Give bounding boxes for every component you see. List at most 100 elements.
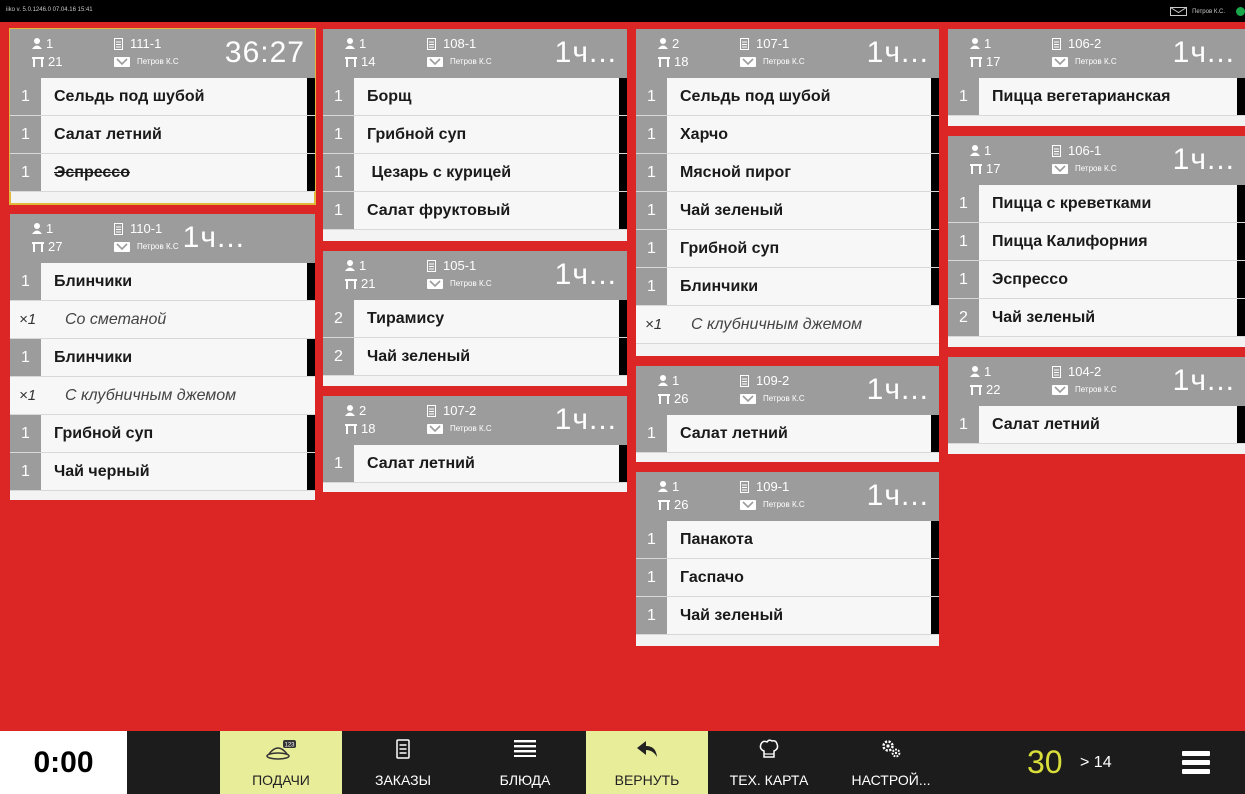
- guest-icon: [970, 38, 980, 49]
- order-timer: 36:27: [224, 36, 305, 69]
- order-item[interactable]: 1 Сельдь под шубой: [10, 78, 315, 116]
- order-timer: 1ч...: [182, 221, 245, 254]
- receipt-icon: [114, 37, 123, 50]
- item-qty: 1: [948, 185, 979, 222]
- table-number: 21: [48, 54, 63, 69]
- order-item[interactable]: 1 Чай черный: [10, 453, 315, 491]
- item-name-served: Эспрессо: [54, 164, 130, 181]
- guest-icon: [970, 366, 980, 377]
- order-item[interactable]: 1 Блинчики: [10, 263, 315, 301]
- connection-status-icon: [1236, 7, 1245, 16]
- order-card-105-1[interactable]: 1 21 105-1 Петров К.С 1ч... 2 Тирамису 2Ч…: [323, 251, 627, 386]
- user-info[interactable]: Петров К.С.: [1170, 7, 1225, 16]
- order-item[interactable]: 1 Грибной суп: [10, 415, 315, 453]
- hamburger-menu-icon[interactable]: [1182, 751, 1210, 775]
- waiter-name: Петров К.С: [763, 500, 805, 509]
- receipt-icon: [740, 37, 749, 50]
- table-number: 17: [986, 161, 1001, 176]
- order-card-108-1[interactable]: 1 14 108-1 Петров К.С 1ч... 1 Борщ 1 Грибн…: [323, 29, 627, 241]
- order-item[interactable]: 2 Тирамису: [323, 300, 627, 338]
- order-number: 108-1: [443, 36, 477, 51]
- order-header: 1 27 110-1 Петров К.С 1ч...: [10, 214, 315, 263]
- order-timer: 1ч...: [1172, 36, 1235, 69]
- order-item[interactable]: 2 Чай зеленый: [948, 299, 1245, 337]
- order-card-106-1[interactable]: 1 17 106-1 Петров К.С 1ч... 1 Пицца с кре…: [948, 136, 1245, 347]
- order-item[interactable]: 1 Салат летний: [10, 116, 315, 154]
- order-item[interactable]: 1 Мясной пирог: [636, 154, 939, 192]
- order-item[interactable]: 1 Харчо: [636, 116, 939, 154]
- table-number: 14: [361, 54, 376, 69]
- receipt-icon: [1052, 365, 1061, 378]
- item-qty: 2: [323, 338, 354, 375]
- guest-count: 1: [984, 143, 992, 158]
- order-card-110-1[interactable]: 1 27 110-1 Петров К.С 1ч... 1 Блинчики ×1…: [10, 214, 315, 500]
- guest-count: 1: [984, 364, 992, 379]
- order-card-106-2[interactable]: 1 17 106-2 Петров К.С 1ч... 1 Пицца вегет…: [948, 29, 1245, 126]
- waiter-icon: [740, 57, 756, 67]
- item-status-marker: [307, 116, 315, 153]
- item-status-marker: [619, 338, 627, 375]
- table-number: 21: [361, 276, 376, 291]
- order-item[interactable]: 2 Чай зеленый: [323, 338, 627, 376]
- dishes-button[interactable]: БЛЮДА: [464, 731, 586, 794]
- order-item[interactable]: 1 Эспрессо: [10, 154, 315, 192]
- item-name: Салат фруктовый: [367, 202, 511, 219]
- return-button[interactable]: ВЕРНУТЬ: [586, 731, 708, 794]
- order-item[interactable]: 1 Блинчики: [636, 268, 939, 306]
- order-item[interactable]: 1 Пицца с креветками: [948, 185, 1245, 223]
- table-number: 22: [986, 382, 1001, 397]
- item-qty: 1: [636, 154, 667, 191]
- order-item[interactable]: 1 Чай зеленый: [636, 597, 939, 635]
- item-qty: 1: [948, 223, 979, 260]
- item-qty: 1: [10, 415, 41, 452]
- order-card-109-2[interactable]: 1 26 109-2 Петров К.С 1ч... 1 Салат летни…: [636, 366, 939, 462]
- order-card-104-2[interactable]: 1 22 104-2 Петров К.С 1ч... 1 Салат летни…: [948, 357, 1245, 454]
- order-item[interactable]: 1 Салат летний: [323, 445, 627, 483]
- item-qty: 1: [948, 406, 979, 443]
- order-item[interactable]: 1 Пицца Калифорния: [948, 223, 1245, 261]
- receipt-icon: [427, 404, 436, 417]
- order-item[interactable]: 1 Гаспачо: [636, 559, 939, 597]
- order-timer: 1ч...: [554, 403, 617, 436]
- guest-count: 1: [984, 36, 992, 51]
- table-icon: [345, 56, 357, 67]
- servings-button[interactable]: 123 ПОДАЧИ: [220, 731, 342, 794]
- order-timer: 1ч...: [866, 36, 929, 69]
- item-status-marker: [307, 339, 315, 376]
- order-item[interactable]: 1 Борщ: [323, 78, 627, 116]
- item-status-marker: [931, 154, 939, 191]
- order-card-107-1[interactable]: 2 18 107-1 Петров К.С 1ч... 1 Сельдь под …: [636, 29, 939, 356]
- item-name: Пицца Калифорния: [992, 233, 1148, 250]
- return-label: ВЕРНУТЬ: [614, 772, 680, 788]
- item-qty: 1: [636, 78, 667, 115]
- item-name: Тирамису: [367, 310, 445, 327]
- order-item[interactable]: 1 Салат фруктовый: [323, 192, 627, 230]
- order-item[interactable]: 1 Эспрессо: [948, 261, 1245, 299]
- orders-button[interactable]: ЗАКАЗЫ: [342, 731, 464, 794]
- item-name: Блинчики: [54, 273, 133, 290]
- order-item[interactable]: 1 Панакота: [636, 521, 939, 559]
- order-item[interactable]: 1 Чай зеленый: [636, 192, 939, 230]
- item-name: Салат летний: [680, 425, 788, 442]
- order-item[interactable]: 1 Блинчики: [10, 339, 315, 377]
- order-item[interactable]: 1 Пицца вегетарианская: [948, 78, 1245, 116]
- table-icon: [658, 56, 670, 67]
- order-card-111-1[interactable]: 1 21 111-1 Петров К.С 36:27 1 Сельдь под …: [9, 28, 316, 205]
- tech-card-button[interactable]: ТЕХ. КАРТА: [708, 731, 830, 794]
- order-card-109-1[interactable]: 1 26 109-1 Петров К.С 1ч... 1 Панакота 1Г…: [636, 472, 939, 646]
- order-item[interactable]: 1 Грибной суп: [636, 230, 939, 268]
- next-page-indicator[interactable]: > 14: [1080, 753, 1112, 773]
- order-item[interactable]: 1 Салат летний: [636, 415, 939, 453]
- order-item[interactable]: 1 Салат летний: [948, 406, 1245, 444]
- order-item[interactable]: 1 Сельдь под шубой: [636, 78, 939, 116]
- settings-button[interactable]: НАСТРОЙ...: [830, 731, 952, 794]
- order-card-107-2[interactable]: 2 18 107-2 Петров К.С 1ч... 1 Салат летни…: [323, 396, 627, 492]
- order-timer: 1ч...: [554, 258, 617, 291]
- order-item[interactable]: 1 Цезарь с курицей: [323, 154, 627, 192]
- item-name: Цезарь с курицей: [367, 164, 512, 181]
- item-name: Сельдь под шубой: [54, 88, 205, 105]
- item-modifier: ×1 Со сметаной: [10, 301, 315, 339]
- order-item[interactable]: 1 Грибной суп: [323, 116, 627, 154]
- table-icon: [345, 278, 357, 289]
- item-qty: 2: [323, 300, 354, 337]
